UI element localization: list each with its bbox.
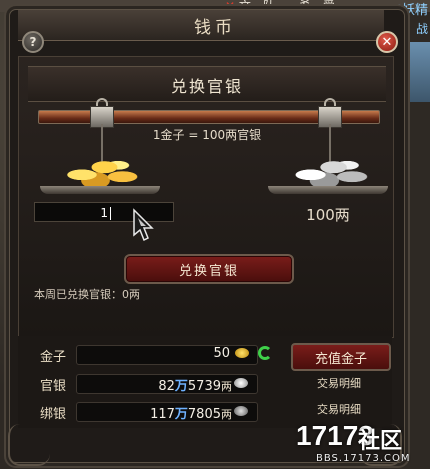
close-button[interactable]: ✕ [376, 31, 398, 53]
recharge-gold-button[interactable]: 充值金子 [291, 343, 391, 371]
exchange-button[interactable]: 兑换官银 [124, 254, 294, 284]
scale-pan-left [40, 186, 160, 194]
scale-pan-right [268, 186, 388, 194]
mouse-cursor-icon [133, 208, 154, 242]
window-title: 钱币 [194, 18, 236, 38]
bound-silver-value: 117万7805两 [150, 407, 232, 422]
exchange-rate: 1金子 = 100两官银 [152, 128, 262, 142]
silver-ingots-icon [283, 152, 375, 190]
official-silver-value: 82万5739两 [158, 379, 232, 394]
silver-result: 100两 [306, 206, 350, 224]
gold-ingots-icon [55, 152, 145, 190]
trade-detail-link-1[interactable]: 交易明细 [298, 375, 380, 391]
bound-silver-label: 绑银 [40, 407, 67, 422]
bound-silver-icon [234, 406, 248, 416]
official-silver-label: 官银 [40, 379, 67, 394]
watermark-url: BBS.17173.COM [316, 453, 411, 464]
side-decoration [410, 42, 430, 102]
gold-coin-icon [235, 348, 249, 358]
trade-detail-link-2[interactable]: 交易明细 [298, 401, 380, 417]
site-watermark: 17173 社区 BBS.17173.COM [296, 420, 428, 468]
weekly-exchanged: 本周已兑换官银：0两 [34, 288, 140, 301]
corner-ornament-bottom-left [8, 424, 50, 466]
help-icon: ? [29, 35, 37, 49]
text-caret [110, 207, 111, 220]
close-icon: ✕ [381, 34, 393, 50]
refresh-icon[interactable] [258, 346, 272, 360]
help-button[interactable]: ? [22, 31, 44, 53]
gold-balance-box [76, 345, 258, 365]
gold-balance-value: 50 [213, 346, 230, 361]
silver-ingot-icon [234, 378, 248, 388]
watermark-site-word: 社区 [358, 429, 403, 454]
exchange-subtitle: 兑换官银 [170, 77, 243, 96]
gold-label: 金子 [40, 350, 67, 365]
